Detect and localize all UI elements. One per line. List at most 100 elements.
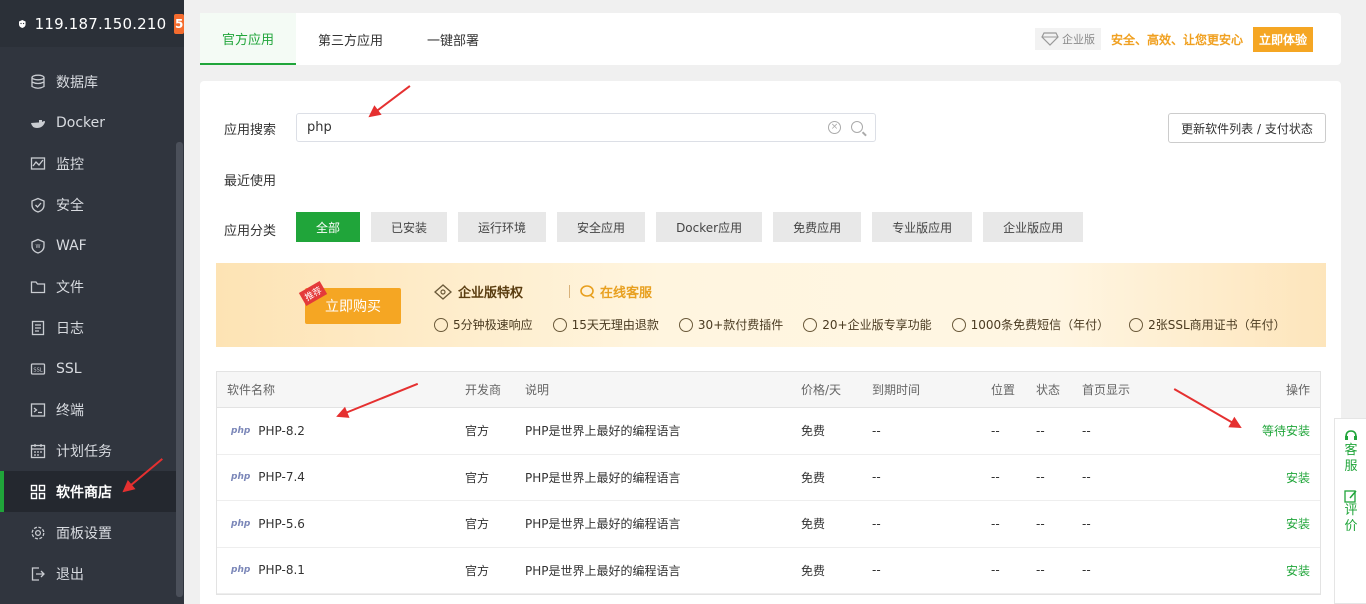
feature-text: 15天无理由退款 (571, 318, 659, 332)
sidebar-item-label: WAF (56, 237, 87, 254)
column-header: 到期时间 (872, 383, 921, 397)
table-cell: -- (991, 516, 1000, 531)
sidebar-item-9[interactable]: 计划任务 (0, 430, 176, 471)
table-cell: -- (872, 470, 881, 485)
svg-text:SSL: SSL (33, 367, 42, 373)
sidebar-item-6[interactable]: 日志 (0, 307, 176, 348)
tab-third-party[interactable]: 第三方应用 (296, 13, 405, 65)
column-header: 开发商 (465, 383, 502, 397)
php-logo-icon: php (231, 472, 251, 483)
server-header: 119.187.150.210 5 (0, 0, 184, 47)
feature-icon (434, 317, 448, 332)
tab-one-click-deploy[interactable]: 一键部署 (405, 13, 501, 65)
category-button[interactable]: 免费应用 (773, 212, 862, 242)
column-header: 价格/天 (801, 383, 842, 397)
sidebar-item-1[interactable]: Docker (0, 102, 176, 143)
docker-icon (30, 115, 46, 131)
table-cell: 免费 (801, 470, 826, 485)
logo-icon (19, 19, 26, 28)
table-cell: -- (872, 563, 881, 578)
sidebar-scrollbar[interactable] (176, 142, 183, 597)
feature-icon (678, 317, 693, 332)
sidebar-item-12[interactable]: 退出 (0, 553, 176, 594)
sidebar-item-5[interactable]: 文件 (0, 266, 176, 307)
sidebar-item-label: 安全 (56, 197, 84, 214)
category-label: 应用分类 (224, 224, 277, 239)
sidebar-item-0[interactable]: 数据库 (0, 61, 176, 102)
install-action[interactable]: 安装 (1200, 562, 1320, 579)
install-action[interactable]: 等待安装 (1200, 422, 1320, 439)
privilege-text: 企业版特权 (458, 286, 524, 301)
category-button[interactable]: 运行环境 (458, 212, 547, 242)
customer-service-button[interactable]: 客服 (1344, 429, 1358, 475)
category-button[interactable]: 专业版应用 (872, 212, 973, 242)
privilege-title: 企业版特权 (434, 282, 523, 301)
sidebar-item-label: 退出 (56, 566, 84, 583)
enterprise-label: 企业版 (1061, 33, 1095, 46)
terminal-icon (30, 402, 46, 418)
table-cell: PHP是世界上最好的编程语言 (525, 563, 681, 578)
php-logo-icon: php (231, 565, 251, 576)
install-action[interactable]: 安装 (1200, 515, 1320, 532)
column-header: 操作 (1285, 383, 1310, 397)
php-logo-icon: php (231, 425, 251, 436)
search-label: 应用搜索 (224, 123, 277, 138)
edit-icon (1343, 490, 1357, 503)
recent-label: 最近使用 (224, 174, 277, 189)
feature-item: 15天无理由退款 (552, 316, 659, 333)
headset-icon (1344, 430, 1357, 440)
table-cell: -- (1082, 470, 1091, 485)
column-header: 首页显示 (1082, 383, 1131, 397)
database-icon (30, 74, 46, 90)
column-header: 状态 (1036, 383, 1061, 397)
feature-text: 30+款付费插件 (697, 318, 784, 332)
feature-text: 1000条免费短信（年付） (970, 318, 1110, 332)
table-cell: 官方 (465, 517, 490, 532)
software-table: 软件名称 开发商 说明 价格/天 到期时间 位置 状态 首页显示 操作 php PHP-8.2 官方… (216, 371, 1321, 595)
sidebar-item-10[interactable]: 软件商店 (0, 471, 176, 512)
search-input[interactable]: php × (296, 113, 876, 142)
shield-icon (30, 197, 46, 213)
sidebar-item-4[interactable]: W WAF (0, 225, 176, 266)
calendar-icon (30, 443, 46, 459)
waf-icon: W (30, 238, 46, 254)
search-icon[interactable] (851, 121, 863, 133)
review-button[interactable]: 评价 (1343, 489, 1358, 535)
sidebar-item-3[interactable]: 安全 (0, 184, 176, 225)
column-header: 位置 (991, 383, 1016, 397)
table-cell: -- (991, 470, 1000, 485)
promo-slogan: 安全、高效、让您更安心 (1110, 32, 1243, 47)
sidebar-item-8[interactable]: 终端 (0, 389, 176, 430)
app-tabs: 官方应用 第三方应用 一键部署 企业版 安全、高效、让您更安心 立即体验 (200, 13, 1341, 65)
category-button[interactable]: 企业版应用 (983, 212, 1084, 242)
table-row: php PHP-5.6 官方 PHP是世界上最好的编程语言 免费 -- -- -- -- 安装 (217, 501, 1320, 548)
search-value: php (307, 120, 332, 135)
enterprise-banner: 立即购买 推荐 企业版特权 在线客服 5分钟极速响应 15天无理由退款 30+款付费… (216, 263, 1326, 347)
sidebar-item-11[interactable]: 面板设置 (0, 512, 176, 553)
category-button[interactable]: Docker应用 (656, 212, 763, 242)
software-name: PHP-8.2 (258, 423, 305, 438)
category-button[interactable]: 已安装 (371, 212, 448, 242)
tab-official[interactable]: 官方应用 (200, 13, 297, 65)
chat-icon (580, 284, 595, 299)
table-cell: -- (1082, 516, 1091, 531)
sidebar-item-2[interactable]: 监控 (0, 143, 176, 184)
clear-icon[interactable]: × (828, 121, 841, 134)
table-cell: -- (1036, 470, 1045, 485)
sidebar-item-label: 日志 (56, 320, 84, 337)
sidebar: 119.187.150.210 5 数据库 Docker 监控安全 W WAF 文件日志 S… (0, 0, 184, 604)
try-now-button[interactable]: 立即体验 (1252, 26, 1313, 52)
refresh-list-button[interactable]: 更新软件列表 / 支付状态 (1168, 113, 1326, 143)
sidebar-item-7[interactable]: SSL SSL (0, 348, 176, 389)
customer-service-label: 客服 (1344, 443, 1358, 474)
notification-badge[interactable]: 5 (174, 13, 184, 34)
table-cell: 官方 (465, 563, 490, 578)
software-name: PHP-5.6 (258, 516, 305, 531)
category-button[interactable]: 全部 (296, 212, 361, 242)
feature-icon (951, 317, 966, 332)
category-button[interactable]: 安全应用 (557, 212, 646, 242)
table-body: php PHP-8.2 官方 PHP是世界上最好的编程语言 免费 -- -- -- -- 等待安装… (217, 408, 1320, 594)
install-action[interactable]: 安装 (1200, 469, 1320, 486)
online-service-link[interactable]: 在线客服 (580, 282, 652, 301)
table-cell: PHP是世界上最好的编程语言 (525, 424, 681, 439)
